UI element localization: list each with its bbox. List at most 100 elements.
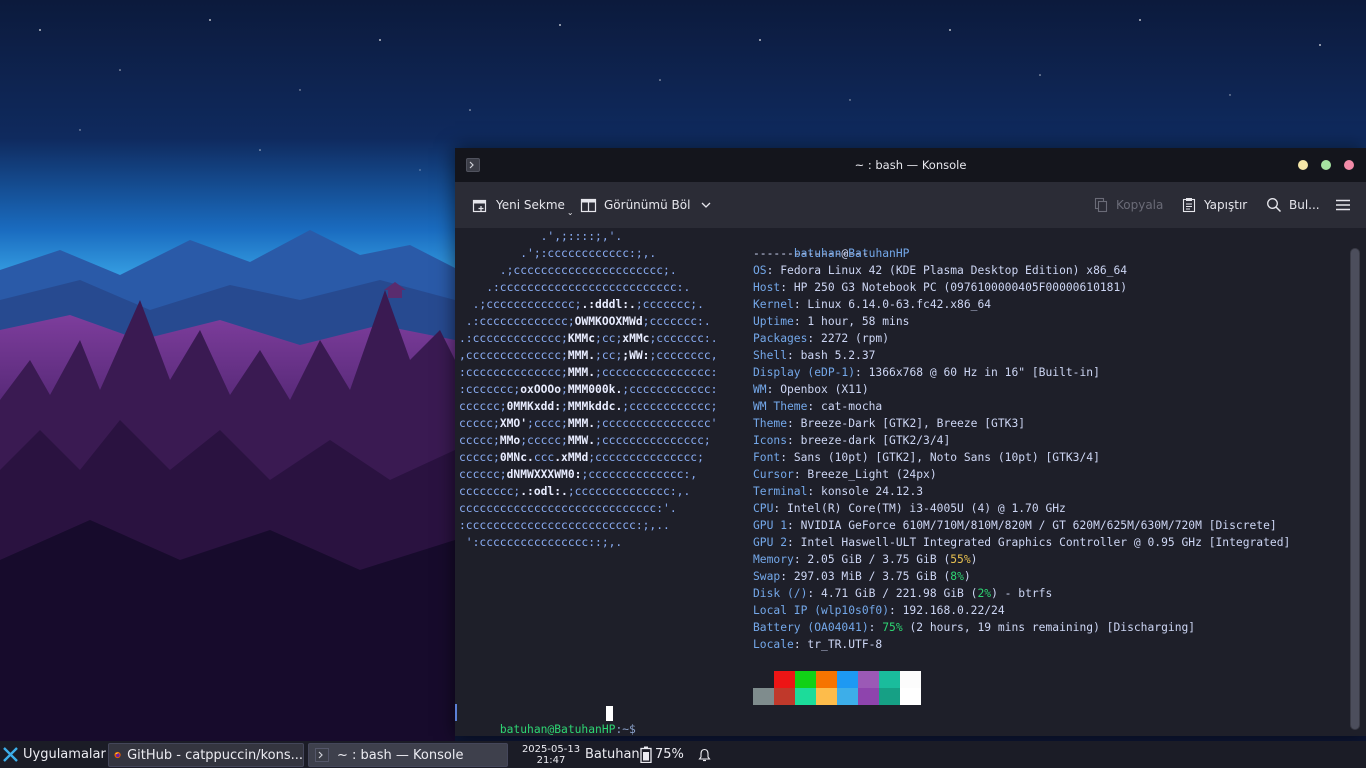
logo-segment: ;cccccccccccccc:,. bbox=[567, 485, 691, 498]
logo-line: .:ccccccccccccc;OWMKOOXMWd;ccccccc:. bbox=[459, 313, 711, 330]
bell-icon[interactable] bbox=[698, 741, 711, 768]
paste-icon bbox=[1182, 198, 1196, 213]
logo-segment: XMO' bbox=[499, 417, 528, 430]
split-view-button[interactable]: Görünümü Böl bbox=[580, 182, 719, 228]
taskbar-panel: Uygulamalar ☰ GitHub - catppuccin/kons..… bbox=[0, 741, 1366, 768]
info-line: Theme: Breeze-Dark [GTK2], Breeze [GTK3] bbox=[753, 415, 1025, 432]
logo-segment: oxOOOo bbox=[520, 383, 562, 396]
info-percent: 8% bbox=[950, 570, 964, 583]
hamburger-menu-icon[interactable] bbox=[1335, 182, 1358, 228]
info-value: : tr_TR.UTF-8 bbox=[793, 638, 883, 651]
color-swatch bbox=[900, 671, 921, 688]
digital-clock[interactable]: 2025-05-13 21:47 bbox=[520, 741, 582, 768]
info-value-suffix: ) - btrfs bbox=[991, 587, 1053, 600]
prompt-marker bbox=[455, 704, 457, 721]
logo-line: .;ccccccccccccc;.:dddl:.;ccccccc;. bbox=[459, 296, 704, 313]
logo-segment: cccccccc; bbox=[459, 485, 521, 498]
color-swatch bbox=[879, 688, 900, 705]
clock-date: 2025-05-13 bbox=[521, 743, 581, 755]
window-titlebar[interactable]: ~ : bash — Konsole bbox=[455, 148, 1366, 182]
logo-segment: ;ccccccccccccccc; bbox=[595, 434, 711, 447]
new-tab-button[interactable]: Yeni Sekme ⌄ bbox=[472, 182, 574, 228]
task-firefox[interactable]: GitHub - catppuccin/kons... bbox=[108, 743, 304, 767]
logo-line: cccccc;0MMKxdd:;MMMkddc.;cccccccccccc; bbox=[459, 398, 717, 415]
color-swatch bbox=[816, 688, 837, 705]
info-line: OS: Fedora Linux 42 (KDE Plasma Desktop … bbox=[753, 262, 1127, 279]
logo-segment: ;cccccccccccc; bbox=[622, 400, 718, 413]
info-line: Battery (OA04041): 75% (2 hours, 19 mins… bbox=[753, 619, 1195, 636]
info-value: : Openbox (X11) bbox=[766, 383, 869, 396]
task-label: ~ : bash — Konsole bbox=[337, 747, 464, 763]
copy-button[interactable]: Kopyala bbox=[1093, 182, 1163, 228]
logo-segment: ;ccccccccccccccc; bbox=[588, 451, 704, 464]
terminal-area[interactable]: .',;::::;,'. .';:cccccccccccc:;,. .;cccc… bbox=[455, 228, 1366, 736]
maximize-icon[interactable] bbox=[1321, 160, 1331, 170]
logo-segment: MMM000k. bbox=[567, 383, 623, 396]
logo-segment: .;cccccccccccccccccccccc;. bbox=[459, 264, 677, 277]
logo-line: .:cccccccccccccccccccccccccc:. bbox=[459, 279, 690, 296]
info-value: : 4.71 GiB / 221.98 GiB ( bbox=[807, 587, 978, 600]
info-key: Display (eDP-1) bbox=[753, 366, 856, 379]
logo-segment: ;ccccccc:. bbox=[649, 332, 718, 345]
info-line: GPU 1: NVIDIA GeForce 610M/710M/810M/820… bbox=[753, 517, 1277, 534]
logo-segment: MMMkddc. bbox=[567, 400, 623, 413]
info-line: Kernel: Linux 6.14.0-63.fc42.x86_64 bbox=[753, 296, 991, 313]
info-value: : 1 hour, 58 mins bbox=[793, 315, 910, 328]
logo-segment: .:odl:. bbox=[520, 485, 568, 498]
logo-segment: cccccc; bbox=[459, 400, 507, 413]
info-line: Host: HP 250 G3 Notebook PC (09761000004… bbox=[753, 279, 1127, 296]
logo-segment: MMW. bbox=[567, 434, 596, 447]
scrollbar-thumb[interactable] bbox=[1351, 249, 1359, 729]
logo-segment: ;cccccccccccc: bbox=[622, 383, 718, 396]
logo-segment: .:ccccccccccccc; bbox=[459, 315, 575, 328]
logo-line: .:ccccccccccccc;KMMc;cc;xMMc;ccccccc:. bbox=[459, 330, 718, 347]
color-swatch bbox=[774, 671, 795, 688]
info-key: GPU 2 bbox=[753, 536, 788, 549]
user-switcher[interactable]: Batuhan bbox=[585, 741, 640, 768]
logo-line: ':cccccccccccccccc::;,. bbox=[459, 534, 622, 551]
logo-segment: :cccccccccccccc; bbox=[459, 366, 568, 379]
logo-segment: MMo bbox=[499, 434, 521, 447]
find-button[interactable]: Bul... bbox=[1266, 182, 1320, 228]
info-percent: 75% bbox=[882, 621, 903, 634]
task-konsole[interactable]: ~ : bash — Konsole bbox=[308, 743, 508, 767]
launcher-icon bbox=[3, 747, 18, 762]
info-key: Shell bbox=[753, 349, 788, 362]
minimize-icon[interactable] bbox=[1298, 160, 1308, 170]
info-value: : Sans (10pt) [GTK2], Noto Sans (10pt) [… bbox=[780, 451, 1100, 464]
logo-segment: ccccccccccccccccccccccccccccc:'. bbox=[459, 502, 677, 515]
info-line: Cursor: Breeze_Light (24px) bbox=[753, 466, 937, 483]
info-key: Kernel bbox=[753, 298, 794, 311]
logo-segment: .',;::::;,'. bbox=[459, 230, 623, 243]
close-icon[interactable] bbox=[1344, 160, 1354, 170]
logo-segment: ccccc; bbox=[459, 451, 500, 464]
info-line: WM: Openbox (X11) bbox=[753, 381, 869, 398]
logo-segment: OWMKOOXMWd bbox=[574, 315, 643, 328]
konsole-icon bbox=[315, 748, 329, 762]
info-value: : 2.05 GiB / 3.75 GiB ( bbox=[793, 553, 951, 566]
color-swatch bbox=[816, 671, 837, 688]
info-line: GPU 2: Intel Haswell-ULT Integrated Grap… bbox=[753, 534, 1290, 551]
logo-segment: cccccc; bbox=[459, 468, 507, 481]
clock-time: 21:47 bbox=[536, 754, 566, 766]
user-host-line: batuhan@BatuhanHP bbox=[753, 228, 910, 260]
info-key: Memory bbox=[753, 553, 794, 566]
info-line: Terminal: konsole 24.12.3 bbox=[753, 483, 923, 500]
info-key: GPU 1 bbox=[753, 519, 788, 532]
info-value-suffix: ) bbox=[970, 553, 978, 566]
battery-indicator[interactable]: 75% bbox=[640, 741, 684, 768]
copy-icon bbox=[1094, 197, 1108, 213]
info-key: Font bbox=[753, 451, 781, 464]
logo-segment: .:cccccccccccccccccccccccccc:. bbox=[459, 281, 691, 294]
paste-button[interactable]: Yapıştır bbox=[1181, 182, 1247, 228]
info-percent: 2% bbox=[977, 587, 992, 600]
logo-segment: ;cccccccccccccccc: bbox=[595, 366, 718, 379]
info-value: : Intel(R) Core(TM) i3-4005U (4) @ 1.70 … bbox=[773, 502, 1066, 515]
application-launcher[interactable]: Uygulamalar ☰ bbox=[2, 741, 119, 768]
battery-percent: 75% bbox=[655, 747, 684, 762]
konsole-toolbar: Yeni Sekme ⌄ Görünümü Böl Kopyala Yapışt… bbox=[455, 182, 1366, 228]
terminal-scrollbar[interactable] bbox=[1350, 248, 1360, 730]
paste-label: Yapıştır bbox=[1204, 198, 1248, 212]
logo-line: cccccc;dNMWXXXWM0:;cccccccccccccc:, bbox=[459, 466, 697, 483]
logo-segment: .';:cccccccccccc:;,. bbox=[459, 247, 657, 260]
